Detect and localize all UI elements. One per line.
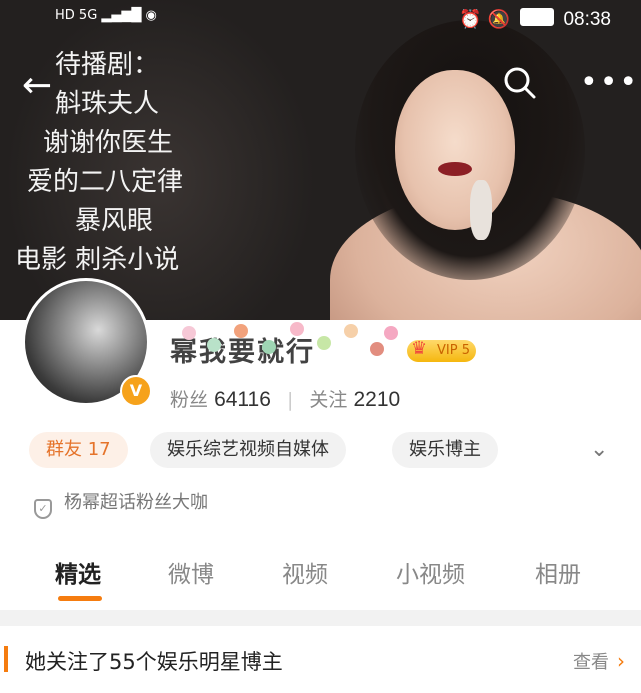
battery-icon	[519, 8, 554, 26]
cover-line: 暴风眼	[75, 206, 154, 236]
view-link[interactable]: 查看 ›	[573, 648, 625, 674]
alarm-icon: ⏰	[459, 9, 482, 30]
tag-blogger[interactable]: 娱乐博主	[392, 432, 498, 468]
following-link[interactable]: 关注 2210	[309, 388, 401, 411]
cover-face	[395, 70, 515, 230]
chevron-down-icon[interactable]: ⌄	[590, 437, 608, 462]
cover-handwritten-text: 待播剧： 斛珠夫人 谢谢你医生 爱的二八定律 暴风眼 电影 刺杀小说	[15, 46, 255, 280]
verified-badge-icon: V	[120, 375, 152, 407]
chevron-right-icon: ›	[617, 649, 625, 673]
super-topic-row[interactable]: ✓ 杨幂超话粉丝大咖	[34, 488, 208, 519]
cover-line: 爱的二八定律	[27, 167, 184, 197]
following-count: 2210	[353, 388, 401, 411]
cover-line: 谢谢你医生	[43, 128, 174, 158]
followers-label: 粉丝	[170, 389, 209, 411]
tag-media[interactable]: 娱乐综艺视频自媒体	[150, 432, 346, 468]
profile-stats: 粉丝 64116 | 关注 2210	[170, 385, 400, 412]
following-notice[interactable]: 她关注了55个娱乐明星博主 查看 ›	[0, 626, 641, 693]
status-bar: HD 5G ▂▄▆█ ◉ ⏰ 🔕 08:38	[0, 8, 641, 38]
vip-level: VIP 5	[437, 343, 470, 358]
name-mosaic	[172, 320, 402, 365]
cover-line: 待播剧：	[55, 50, 160, 80]
signal-indicators: HD 5G ▂▄▆█ ◉	[55, 8, 157, 23]
crown-icon: ♛	[411, 338, 428, 359]
more-icon[interactable]: •••	[580, 68, 639, 98]
cover-earring	[470, 180, 492, 240]
shield-icon: ✓	[34, 499, 52, 519]
search-icon[interactable]	[503, 66, 537, 100]
tab-featured[interactable]: 精选	[55, 555, 101, 589]
vip-badge[interactable]: ♛ VIP 5	[407, 338, 476, 362]
tab-album[interactable]: 相册	[535, 555, 581, 589]
mute-icon: 🔕	[487, 9, 510, 30]
cover-lips	[438, 162, 472, 176]
section-divider	[0, 610, 641, 626]
tab-weibo[interactable]: 微博	[168, 555, 214, 589]
active-tab-indicator	[58, 596, 102, 601]
following-label: 关注	[309, 389, 348, 411]
followers-link[interactable]: 粉丝 64116	[170, 388, 277, 411]
tab-short-video[interactable]: 小视频	[396, 555, 465, 589]
tag-group-friends[interactable]: 群友 17	[29, 432, 128, 468]
followers-count: 64116	[214, 388, 271, 411]
cover-line: 斛珠夫人	[55, 89, 160, 119]
clock: 08:38	[563, 9, 611, 30]
notice-accent-bar	[4, 646, 8, 672]
tab-video[interactable]: 视频	[282, 555, 328, 589]
super-topic-text: 杨幂超话粉丝大咖	[64, 492, 208, 513]
cover-line: 电影 刺杀小说	[15, 245, 180, 275]
stats-divider: |	[286, 389, 294, 411]
view-label: 查看	[573, 652, 609, 673]
status-right: ⏰ 🔕 08:38	[459, 8, 611, 31]
notice-text: 她关注了55个娱乐明星博主	[25, 650, 283, 674]
